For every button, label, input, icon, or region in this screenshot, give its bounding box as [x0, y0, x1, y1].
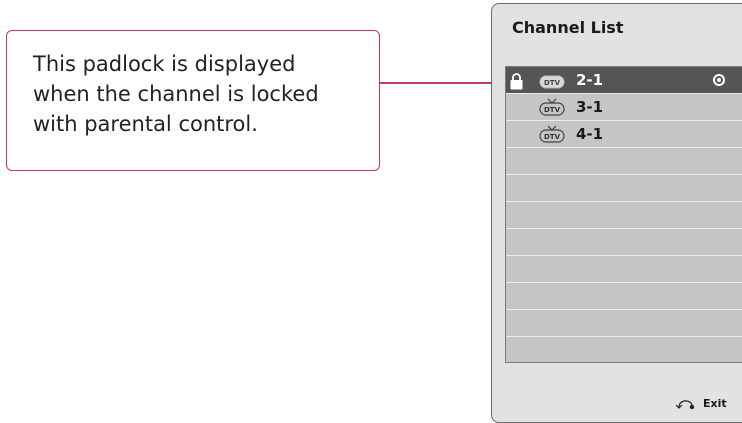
dtv-tv-icon: DTV: [539, 75, 565, 89]
channel-number: 4-1: [576, 125, 604, 143]
channel-number: 2-1: [576, 71, 604, 89]
channel-row-3-1[interactable]: DTV 3-1: [506, 94, 742, 121]
empty-row: [506, 256, 742, 283]
channel-list: DTV 2-1 DTV 3-1 DTV 4-1: [505, 66, 742, 363]
exit-label: Exit: [703, 396, 727, 410]
empty-row: [506, 202, 742, 229]
empty-row: [506, 229, 742, 256]
radio-selected-icon: [713, 74, 725, 86]
empty-row: [506, 148, 742, 175]
padlock-icon: [510, 73, 523, 90]
callout-box: This padlock is displayed when the chann…: [6, 30, 380, 171]
dtv-tv-icon: DTV: [539, 125, 565, 143]
panel-title: Channel List: [512, 18, 624, 37]
dtv-badge-text: DTV: [544, 79, 561, 87]
back-arrow-icon: [675, 400, 695, 410]
callout-leader-line: [380, 82, 508, 84]
empty-row: [506, 283, 742, 310]
dtv-badge-text: DTV: [544, 106, 561, 114]
callout-text: This padlock is displayed when the chann…: [33, 52, 319, 136]
channel-list-panel: Channel List DTV 2-1 DTV 3-1 DTV 4-1 Exi…: [491, 3, 742, 423]
empty-row: [506, 175, 742, 202]
channel-row-4-1[interactable]: DTV 4-1: [506, 121, 742, 148]
empty-row: [506, 310, 742, 337]
exit-button[interactable]: Exit: [675, 394, 727, 412]
dtv-badge-text: DTV: [544, 133, 561, 141]
empty-row: [506, 337, 742, 364]
dtv-tv-icon: DTV: [539, 98, 565, 116]
channel-number: 3-1: [576, 98, 604, 116]
channel-row-2-1[interactable]: DTV 2-1: [506, 67, 742, 94]
